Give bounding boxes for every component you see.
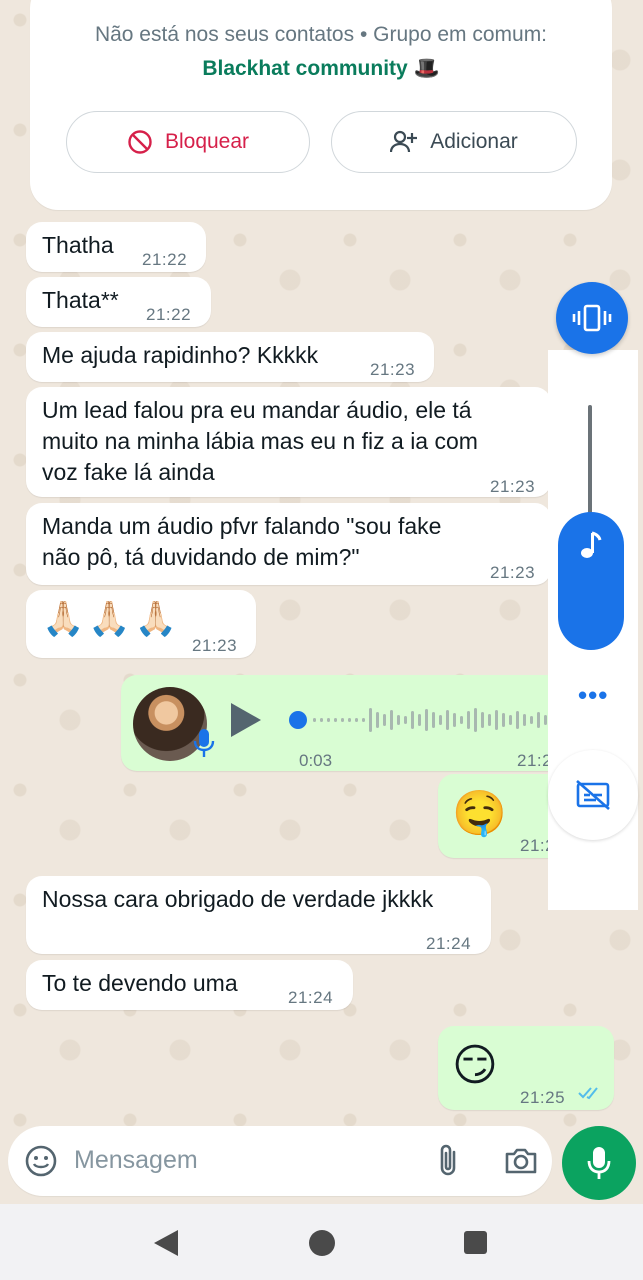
block-icon: [128, 130, 152, 154]
message-time: 21:23: [490, 563, 536, 582]
incoming-message[interactable]: To te devendo uma 21:24: [26, 960, 353, 1010]
more-dots-icon[interactable]: •••: [578, 680, 608, 711]
add-contact-icon: [390, 130, 418, 153]
emoji-icon[interactable]: [24, 1144, 58, 1178]
message-time: 21:24: [426, 934, 472, 953]
captions-off-icon: [576, 780, 610, 810]
vibrate-icon: [572, 304, 612, 332]
mic-badge-icon: [193, 729, 215, 757]
add-contact-label: Adicionar: [430, 130, 518, 153]
message-text: Thatha: [42, 232, 114, 258]
vibrate-button[interactable]: [556, 282, 628, 354]
audio-effects-panel: •••: [548, 270, 643, 910]
incoming-message[interactable]: Thata** 21:22: [26, 277, 211, 327]
message-time: 21:23: [370, 360, 416, 379]
system-navigation-bar: [0, 1204, 643, 1280]
back-icon[interactable]: [154, 1230, 178, 1256]
message-text: 🙏🏻🙏🏻🙏🏻: [42, 600, 182, 638]
incoming-message[interactable]: Thatha 21:22: [26, 222, 206, 272]
outgoing-voice-message[interactable]: 0:03 21:24: [121, 675, 591, 771]
message-time: 21:22: [142, 250, 188, 269]
message-text: Nossa cara obrigado de verdade jkkkk: [42, 886, 434, 912]
add-contact-button[interactable]: Adicionar: [331, 111, 577, 173]
audio-duration: 0:03: [299, 751, 333, 770]
camera-icon[interactable]: [504, 1146, 538, 1176]
voice-record-button[interactable]: [562, 1126, 636, 1200]
incoming-message[interactable]: Me ajuda rapidinho? Kkkkk 21:23: [26, 332, 434, 382]
volume-slider[interactable]: [558, 512, 624, 650]
incoming-message[interactable]: 🙏🏻🙏🏻🙏🏻 21:23: [26, 590, 256, 658]
message-text: Me ajuda rapidinho? Kkkkk: [42, 342, 319, 368]
message-input-bar[interactable]: Mensagem: [8, 1126, 552, 1196]
message-text: To te devendo uma: [42, 970, 238, 996]
play-icon[interactable]: [231, 703, 261, 737]
message-text: Um lead falou pra eu mandar áudio, ele t…: [42, 397, 478, 485]
music-note-icon: [581, 531, 602, 558]
message-time: 21:22: [146, 305, 192, 324]
message-text: Thata**: [42, 287, 119, 313]
read-ticks-icon: [578, 1087, 598, 1100]
message-time: 21:23: [192, 636, 238, 655]
captions-off-button[interactable]: [548, 750, 638, 840]
message-text: 😏: [452, 1041, 498, 1090]
mic-icon: [587, 1147, 611, 1179]
message-time: 21:24: [288, 988, 334, 1007]
incoming-message[interactable]: Manda um áudio pfvr falando "sou fake nã…: [26, 503, 551, 585]
recent-apps-icon[interactable]: [464, 1231, 487, 1254]
contact-info-text: Não está nos seus contatos • Grupo em co…: [70, 18, 572, 86]
volume-track[interactable]: [588, 405, 592, 525]
home-icon[interactable]: [309, 1230, 335, 1256]
message-text: 🤤: [452, 789, 507, 838]
incoming-message[interactable]: Nossa cara obrigado de verdade jkkkk 21:…: [26, 876, 491, 954]
message-text: Manda um áudio pfvr falando "sou fake nã…: [42, 513, 442, 570]
message-time: 21:23: [490, 477, 536, 496]
incoming-message[interactable]: Um lead falou pra eu mandar áudio, ele t…: [26, 387, 551, 497]
attach-icon[interactable]: [436, 1144, 462, 1178]
unknown-contact-card: Não está nos seus contatos • Grupo em co…: [30, 0, 612, 210]
outgoing-message[interactable]: 😏 21:25: [438, 1026, 614, 1110]
contact-info-prefix: Não está nos seus contatos • Grupo em co…: [94, 23, 548, 46]
block-button[interactable]: Bloquear: [66, 111, 310, 173]
message-input[interactable]: Mensagem: [74, 1146, 198, 1175]
block-label: Bloquear: [164, 130, 250, 153]
message-time: 21:25: [520, 1088, 566, 1107]
common-group-link[interactable]: Blackhat community 🎩: [202, 57, 439, 80]
